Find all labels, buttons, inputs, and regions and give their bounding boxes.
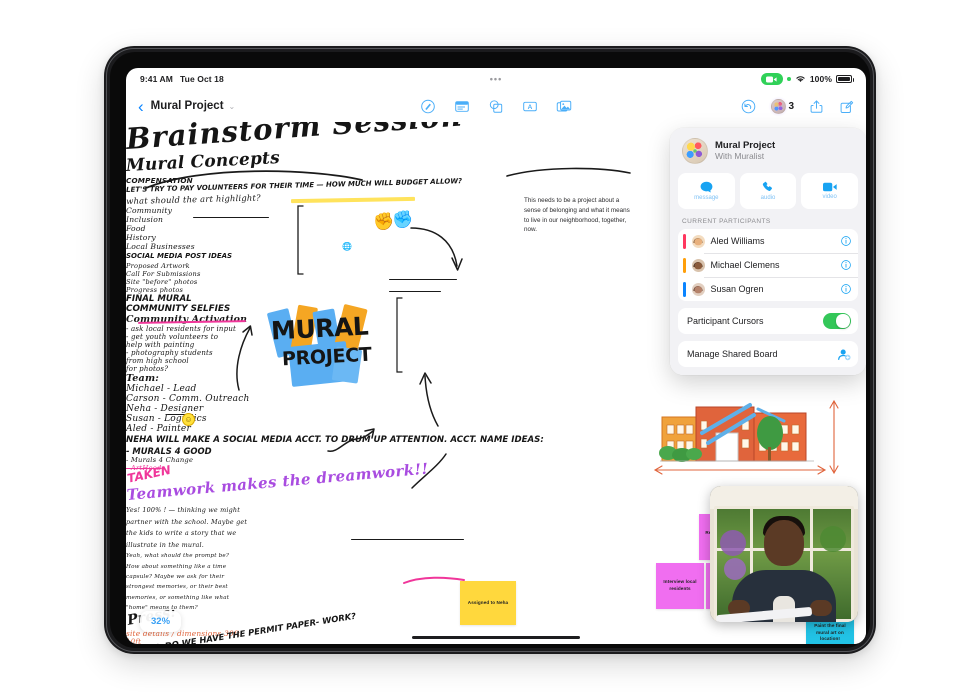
participants-list: Aled Williams Michael Clemens Susan Ogre… xyxy=(678,229,858,301)
zoom-level-badge[interactable]: 32% xyxy=(140,611,182,632)
smiley-sticker: ☺ xyxy=(182,413,195,426)
participant-name: Susan Ogren xyxy=(710,284,764,294)
battery-icon xyxy=(836,75,854,83)
screen-recording-indicator xyxy=(760,73,783,85)
video-camera-icon xyxy=(822,182,837,192)
bracket-social-media xyxy=(396,297,403,373)
svg-text:A: A xyxy=(528,104,533,111)
acct-ideas-underline xyxy=(351,539,464,541)
collaborators-button[interactable]: 3 xyxy=(768,95,794,117)
camera-active-dot xyxy=(786,77,791,81)
message-bubble-icon xyxy=(700,181,713,193)
compose-icon[interactable] xyxy=(839,99,854,114)
participant-cursors-label: Participant Cursors xyxy=(687,316,764,326)
device-display-area: 9:41 AM Tue Oct 18 ••• 100% ‹ Mural Proj… xyxy=(110,52,870,648)
collaborator-glow xyxy=(768,95,790,117)
participants-section-label: CURRENT PARTICIPANTS xyxy=(682,218,771,225)
participant-row[interactable]: Susan Ogren xyxy=(678,277,858,301)
video-call-pip[interactable] xyxy=(710,486,858,622)
battery-percent-label: 100% xyxy=(809,74,832,84)
board-avatar xyxy=(682,138,708,164)
pip-person-head xyxy=(764,520,804,566)
pip-foliage-3 xyxy=(820,526,846,552)
dimension-arrow-height xyxy=(829,399,839,475)
bracket-art-highlight xyxy=(297,205,304,275)
wifi-icon xyxy=(796,76,805,82)
undo-icon[interactable] xyxy=(741,99,756,114)
audio-action-label: audio xyxy=(760,195,776,201)
back-button[interactable]: ‹ xyxy=(138,98,144,115)
avatar xyxy=(691,258,705,272)
popover-title: Mural Project xyxy=(715,139,776,151)
home-indicator[interactable] xyxy=(412,635,580,639)
ipad-screen: 9:41 AM Tue Oct 18 ••• 100% ‹ Mural Proj… xyxy=(126,68,866,644)
popover-subtitle: With Muralist xyxy=(715,151,765,162)
ipad-device-frame: 9:41 AM Tue Oct 18 ••• 100% ‹ Mural Proj… xyxy=(104,46,876,654)
info-icon[interactable] xyxy=(841,236,851,246)
fist-emoji-orange: ✊ xyxy=(373,212,395,231)
video-action-button[interactable]: video xyxy=(801,173,859,209)
highlight-stroke-yellow xyxy=(290,196,416,204)
nav-right-group: 3 xyxy=(741,95,854,117)
sticky-note[interactable]: Assigned to Neha xyxy=(460,581,516,625)
avatar xyxy=(691,234,705,248)
tool-group: A xyxy=(421,99,572,114)
popover-header: Mural Project With Muralist xyxy=(678,136,858,173)
collaborator-count: 3 xyxy=(788,100,794,112)
participant-row[interactable]: Michael Clemens xyxy=(678,253,858,277)
audio-action-button[interactable]: audio xyxy=(739,173,797,209)
info-icon[interactable] xyxy=(841,284,851,294)
status-date: Tue Oct 18 xyxy=(179,74,224,84)
status-bar: 9:41 AM Tue Oct 18 ••• 100% xyxy=(126,68,866,90)
participant-color-bar xyxy=(683,233,686,249)
message-action-button[interactable]: message xyxy=(678,173,735,209)
participant-row[interactable]: Aled Williams xyxy=(678,229,858,253)
status-time: 9:41 AM xyxy=(140,74,173,84)
pip-person-hand-right xyxy=(810,600,832,616)
dimension-arrow-width xyxy=(653,465,827,475)
note-card-icon[interactable] xyxy=(455,99,470,114)
app-toolbar: ‹ Mural Project ⌄ A 3 xyxy=(126,90,866,122)
person-badge-icon xyxy=(838,349,851,360)
annotate-markup-icon[interactable] xyxy=(421,99,436,114)
manage-shared-board-label: Manage Shared Board xyxy=(687,349,778,359)
pip-foliage-1 xyxy=(720,530,746,556)
note-typed-paragraph: This needs to be a project about a sense… xyxy=(524,197,630,234)
avatar xyxy=(691,282,705,296)
mural-project-logo: MURAL PROJECT xyxy=(266,303,382,396)
phone-icon xyxy=(762,181,773,191)
share-popover: Mural Project With Muralist message audi… xyxy=(670,128,866,375)
susan-pointer-line xyxy=(581,642,661,644)
share-icon[interactable] xyxy=(809,99,824,114)
media-photo-icon[interactable] xyxy=(556,99,572,114)
note-reply-one: Yes! 100% ! — thinking we might partner … xyxy=(126,506,248,549)
manage-shared-board-row[interactable]: Manage Shared Board xyxy=(678,341,858,367)
participant-cursors-row[interactable]: Participant Cursors xyxy=(678,308,858,334)
screenshot-root: 9:41 AM Tue Oct 18 ••• 100% ‹ Mural Proj… xyxy=(0,0,980,700)
pip-foliage-2 xyxy=(724,558,746,580)
globe-emoji: 🌐 xyxy=(342,242,352,251)
arrow-to-social-media xyxy=(410,227,463,271)
participant-color-bar xyxy=(683,257,686,273)
participant-name: Aled Williams xyxy=(710,236,765,246)
quick-actions: message audio video xyxy=(678,173,859,209)
arrow-up-to-selfies xyxy=(419,372,439,427)
text-box-icon[interactable]: A xyxy=(523,99,538,114)
logo-text-mural: MURAL xyxy=(270,311,369,346)
logo-text-project: PROJECT xyxy=(281,343,373,371)
arrow-community-up xyxy=(236,325,253,391)
chevron-down-icon[interactable]: ⌄ xyxy=(229,102,236,111)
participant-color-bar xyxy=(683,281,686,297)
sticky-note[interactable]: Interview local residents xyxy=(656,563,704,609)
shapes-icon[interactable] xyxy=(489,99,504,114)
participant-name: Michael Clemens xyxy=(710,260,780,270)
video-action-label: video xyxy=(822,194,837,200)
message-action-label: message xyxy=(694,195,719,201)
multitask-dots[interactable]: ••• xyxy=(490,74,502,84)
participant-cursors-toggle[interactable] xyxy=(823,313,851,329)
document-title[interactable]: Mural Project xyxy=(151,100,224,112)
info-icon[interactable] xyxy=(841,260,851,270)
